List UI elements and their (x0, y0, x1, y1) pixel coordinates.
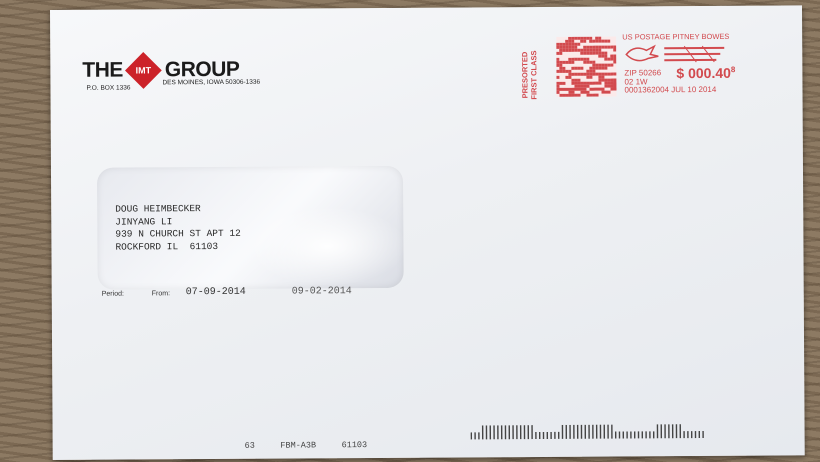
address-line: 939 N CHURCH ST APT 12 (115, 227, 241, 240)
presort-indicia: PRESORTED FIRST CLASS (520, 43, 558, 107)
sort-code-3: 61103 (341, 440, 368, 451)
postage-line3: 0001362004 JUL 10 2014 (624, 84, 717, 95)
return-city: DES MOINES, IOWA 50306-1336 (162, 78, 261, 87)
sort-code-1: 63 (244, 440, 255, 451)
postage-meter: US POSTAGE PITNEY BOWES ZIP 50266 $ 000.… (622, 32, 772, 103)
indicia-line2: FIRST CLASS (529, 50, 539, 100)
from-label: From: (151, 290, 171, 298)
postal-barcode-icon (470, 424, 704, 440)
imt-diamond-icon: IMT (124, 52, 162, 89)
envelope: THE IMT GROUP P.O. BOX 1336 DES MOINES, … (50, 5, 805, 460)
from-date: 07-09-2014 (185, 286, 246, 299)
address-line: ROCKFORD IL 61103 (115, 240, 219, 253)
window-glare (247, 205, 408, 287)
carpet-background: THE IMT GROUP P.O. BOX 1336 DES MOINES, … (0, 0, 820, 462)
sort-code-2: FBM-A3B (280, 440, 317, 451)
postage-header: US POSTAGE PITNEY BOWES (622, 31, 730, 42)
to-date: 09-02-2014 (291, 286, 352, 298)
sort-codes: 63 FBM-A3B 61103 (245, 440, 368, 451)
imt-group-logo: THE IMT GROUP P.O. BOX 1336 DES MOINES, … (82, 52, 260, 92)
postage-amount: $ 000.408 (676, 65, 735, 81)
po-box: P.O. BOX 1336 (86, 84, 131, 92)
address-line: JINYANG LI (115, 215, 173, 228)
indicia-line1: PRESORTED (520, 51, 530, 99)
postage-amount-sup: 8 (730, 65, 736, 75)
eagle-icon (625, 44, 725, 63)
period-label: Period: (101, 290, 124, 298)
address-window: DOUG HEIMBECKER JINYANG LI 939 N CHURCH ST… (96, 165, 408, 290)
address-line: DOUG HEIMBECKER (115, 203, 201, 215)
recipient-address: DOUG HEIMBECKER JINYANG LI 939 N CHURCH ST… (115, 203, 241, 254)
logo-imt-text: IMT (135, 65, 151, 76)
postage-2d-barcode-icon (556, 36, 617, 97)
postage-amount-value: $ 000.40 (676, 64, 731, 82)
logo-the-text: THE (82, 58, 123, 82)
postage-zip: ZIP 50266 (624, 68, 662, 78)
